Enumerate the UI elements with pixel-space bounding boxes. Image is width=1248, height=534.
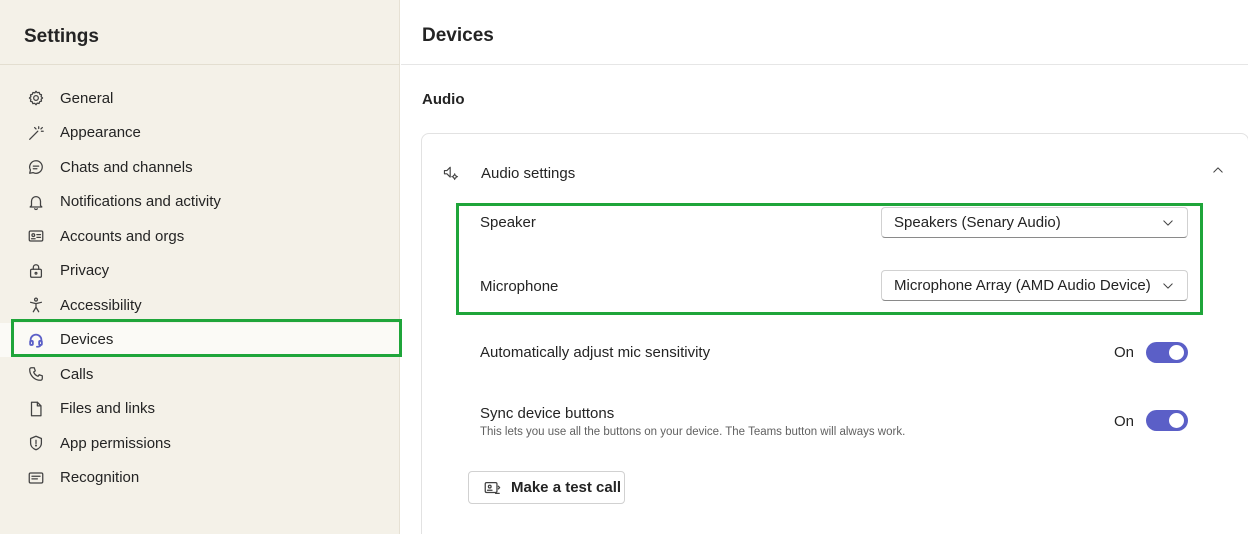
id-card-icon bbox=[26, 468, 46, 488]
sidebar-item-label: Appearance bbox=[60, 124, 141, 142]
sidebar-item-label: Accounts and orgs bbox=[60, 227, 185, 245]
page-title: Devices bbox=[422, 25, 494, 46]
sidebar-item-app-permissions[interactable]: App permissions bbox=[0, 426, 400, 461]
sidebar-item-accessibility[interactable]: Accessibility bbox=[0, 288, 400, 323]
chevron-down-icon bbox=[1161, 216, 1175, 230]
microphone-label: Microphone bbox=[480, 278, 559, 295]
settings-sidebar: Settings General Appearance Chats and ch… bbox=[0, 0, 402, 534]
auto-adjust-state: On bbox=[1114, 344, 1135, 361]
toggle-knob bbox=[1169, 345, 1184, 360]
sidebar-item-label: Accessibility bbox=[60, 296, 142, 314]
sidebar-item-label: Files and links bbox=[60, 400, 156, 418]
audio-settings-title: Audio settings bbox=[481, 164, 576, 182]
audio-settings-header[interactable]: Audio settings bbox=[442, 162, 575, 184]
sidebar-title: Settings bbox=[24, 26, 99, 47]
phone-icon bbox=[26, 364, 46, 384]
sidebar-item-privacy[interactable]: Privacy bbox=[0, 254, 400, 289]
speaker-settings-icon bbox=[442, 162, 464, 184]
sidebar-item-general[interactable]: General bbox=[0, 81, 400, 116]
collapse-button[interactable] bbox=[1208, 162, 1228, 182]
speaker-label: Speaker bbox=[480, 214, 536, 231]
document-icon bbox=[26, 399, 46, 419]
sidebar-item-calls[interactable]: Calls bbox=[0, 357, 400, 392]
microphone-dropdown-value: Microphone Array (AMD Audio Device) bbox=[894, 277, 1151, 294]
toggle-knob bbox=[1169, 413, 1184, 428]
sync-device-buttons-label: Sync device buttons bbox=[480, 405, 615, 422]
chat-icon bbox=[26, 157, 46, 177]
chevron-down-icon bbox=[1161, 279, 1175, 293]
audio-settings-card: Audio settings Speaker Speakers (Senary … bbox=[421, 133, 1248, 534]
lock-icon bbox=[26, 261, 46, 281]
test-call-icon bbox=[483, 478, 503, 498]
microphone-dropdown[interactable]: Microphone Array (AMD Audio Device) bbox=[881, 270, 1188, 301]
sidebar-item-recognition[interactable]: Recognition bbox=[0, 461, 400, 496]
magic-wand-icon bbox=[26, 123, 46, 143]
sidebar-item-label: Privacy bbox=[60, 262, 110, 280]
sidebar-item-appearance[interactable]: Appearance bbox=[0, 116, 400, 151]
sidebar-item-accounts[interactable]: Accounts and orgs bbox=[0, 219, 400, 254]
contact-card-icon bbox=[26, 226, 46, 246]
gear-icon bbox=[26, 88, 46, 108]
header-divider bbox=[401, 64, 1248, 65]
speaker-dropdown-value: Speakers (Senary Audio) bbox=[894, 214, 1061, 231]
make-test-call-button[interactable]: Make a test call bbox=[468, 471, 625, 504]
sidebar-item-label: Recognition bbox=[60, 469, 140, 487]
chevron-up-icon bbox=[1211, 163, 1225, 182]
sync-device-state: On bbox=[1114, 413, 1135, 430]
sidebar-item-label: Calls bbox=[60, 365, 94, 383]
settings-nav: General Appearance Chats and channels No… bbox=[0, 81, 400, 495]
auto-adjust-mic-toggle[interactable] bbox=[1146, 342, 1188, 363]
sidebar-item-devices[interactable]: Devices bbox=[0, 322, 400, 357]
sidebar-item-chats-and-channels[interactable]: Chats and channels bbox=[0, 150, 400, 185]
sidebar-item-label: Chats and channels bbox=[60, 158, 193, 176]
shield-icon bbox=[26, 433, 46, 453]
sidebar-item-label: Devices bbox=[60, 331, 114, 349]
bell-icon bbox=[26, 192, 46, 212]
sidebar-item-label: App permissions bbox=[60, 434, 171, 452]
sidebar-item-files-and-links[interactable]: Files and links bbox=[0, 392, 400, 427]
auto-adjust-mic-label: Automatically adjust mic sensitivity bbox=[480, 344, 711, 361]
sync-device-buttons-toggle[interactable] bbox=[1146, 410, 1188, 431]
headset-icon bbox=[26, 330, 46, 350]
speaker-dropdown[interactable]: Speakers (Senary Audio) bbox=[881, 207, 1188, 238]
sidebar-item-notifications[interactable]: Notifications and activity bbox=[0, 185, 400, 220]
sync-device-buttons-description: This lets you use all the buttons on you… bbox=[480, 426, 906, 438]
sidebar-divider bbox=[0, 64, 400, 65]
sidebar-item-label: Notifications and activity bbox=[60, 193, 221, 211]
sidebar-item-label: General bbox=[60, 89, 114, 107]
make-test-call-label: Make a test call bbox=[511, 479, 622, 496]
accessibility-icon bbox=[26, 295, 46, 315]
section-title-audio: Audio bbox=[422, 91, 465, 108]
devices-panel: Devices Audio Audio settings Speaker Spe… bbox=[401, 0, 1248, 534]
